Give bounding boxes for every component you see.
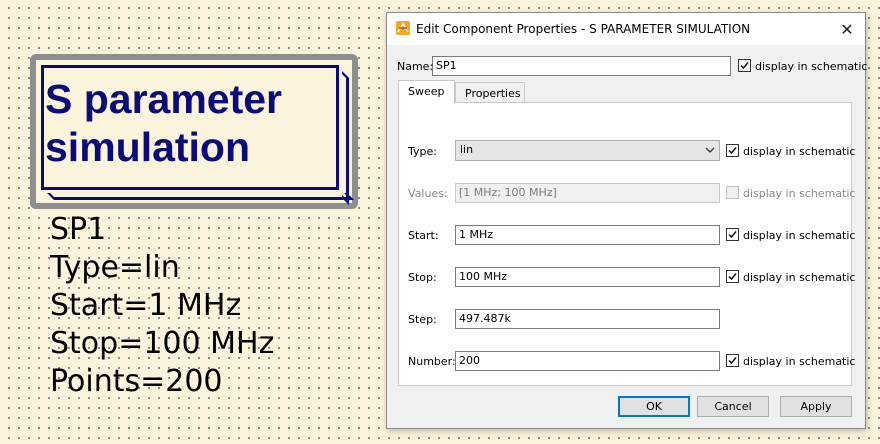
ok-button[interactable]: OK bbox=[618, 396, 690, 417]
component-depth-bottom bbox=[47, 193, 354, 200]
edit-component-dialog: Edit Component Properties - S PARAMETER … bbox=[386, 12, 868, 429]
number-input[interactable]: 200 bbox=[455, 351, 720, 371]
name-display-checkbox[interactable] bbox=[738, 59, 751, 72]
dialog-titlebar[interactable]: Edit Component Properties - S PARAMETER … bbox=[387, 13, 865, 45]
checkmark-icon bbox=[728, 273, 737, 281]
values-display-label: display in schematic bbox=[743, 187, 856, 200]
close-button[interactable]: ✕ bbox=[829, 13, 865, 45]
qucs-app-icon bbox=[396, 21, 410, 35]
stop-input[interactable]: 100 MHz bbox=[455, 267, 720, 287]
cancel-button[interactable]: Cancel bbox=[697, 396, 769, 417]
name-display-label: display in schematic bbox=[755, 60, 868, 73]
param-start: Start=1 MHz bbox=[50, 288, 242, 323]
param-name: SP1 bbox=[50, 212, 107, 247]
chevron-down-icon bbox=[705, 147, 715, 153]
apply-button[interactable]: Apply bbox=[780, 396, 852, 417]
step-input[interactable]: 497.487k bbox=[455, 309, 720, 329]
start-input[interactable]: 1 MHz bbox=[455, 225, 720, 245]
type-display-label: display in schematic bbox=[743, 145, 856, 158]
start-label: Start: bbox=[408, 229, 439, 242]
checkmark-icon bbox=[728, 231, 737, 239]
checkmark-icon bbox=[728, 357, 737, 365]
start-display-label: display in schematic bbox=[743, 229, 856, 242]
tab-properties[interactable]: Properties bbox=[455, 82, 525, 104]
name-input[interactable]: SP1 bbox=[432, 56, 731, 76]
type-display-checkbox[interactable] bbox=[726, 144, 739, 157]
component-title: S parameter simulation bbox=[45, 76, 283, 170]
sweep-panel: Type: lin display in schematic Values: [… bbox=[398, 102, 856, 386]
stop-display-checkbox[interactable] bbox=[726, 270, 739, 283]
dialog-title: Edit Component Properties - S PARAMETER … bbox=[416, 22, 751, 36]
type-label: Type: bbox=[408, 145, 437, 158]
tab-sweep[interactable]: Sweep bbox=[398, 80, 455, 104]
param-type: Type=lin bbox=[50, 250, 180, 285]
number-display-checkbox[interactable] bbox=[726, 354, 739, 367]
sparameter-component-symbol[interactable]: S parameter simulation bbox=[30, 54, 358, 209]
type-select[interactable]: lin bbox=[455, 140, 720, 161]
values-input[interactable]: [1 MHz; 100 MHz] bbox=[455, 183, 720, 203]
values-display-checkbox[interactable] bbox=[726, 186, 739, 199]
component-parameters[interactable]: SP1 Type=lin Start=1 MHz Stop=100 MHz Po… bbox=[50, 211, 274, 401]
checkmark-icon bbox=[728, 147, 737, 155]
close-icon: ✕ bbox=[840, 19, 854, 39]
checkmark-icon bbox=[740, 62, 749, 70]
number-display-label: display in schematic bbox=[743, 355, 856, 368]
values-label: Values: bbox=[408, 187, 448, 200]
stop-display-label: display in schematic bbox=[743, 271, 856, 284]
param-points: Points=200 bbox=[50, 364, 223, 399]
start-display-checkbox[interactable] bbox=[726, 228, 739, 241]
component-depth-right bbox=[342, 71, 349, 205]
stop-label: Stop: bbox=[408, 271, 437, 284]
name-label: Name: bbox=[397, 60, 434, 73]
param-stop: Stop=100 MHz bbox=[50, 326, 275, 361]
type-select-value: lin bbox=[460, 143, 474, 156]
step-label: Step: bbox=[408, 313, 437, 326]
number-label: Number: bbox=[408, 355, 456, 368]
